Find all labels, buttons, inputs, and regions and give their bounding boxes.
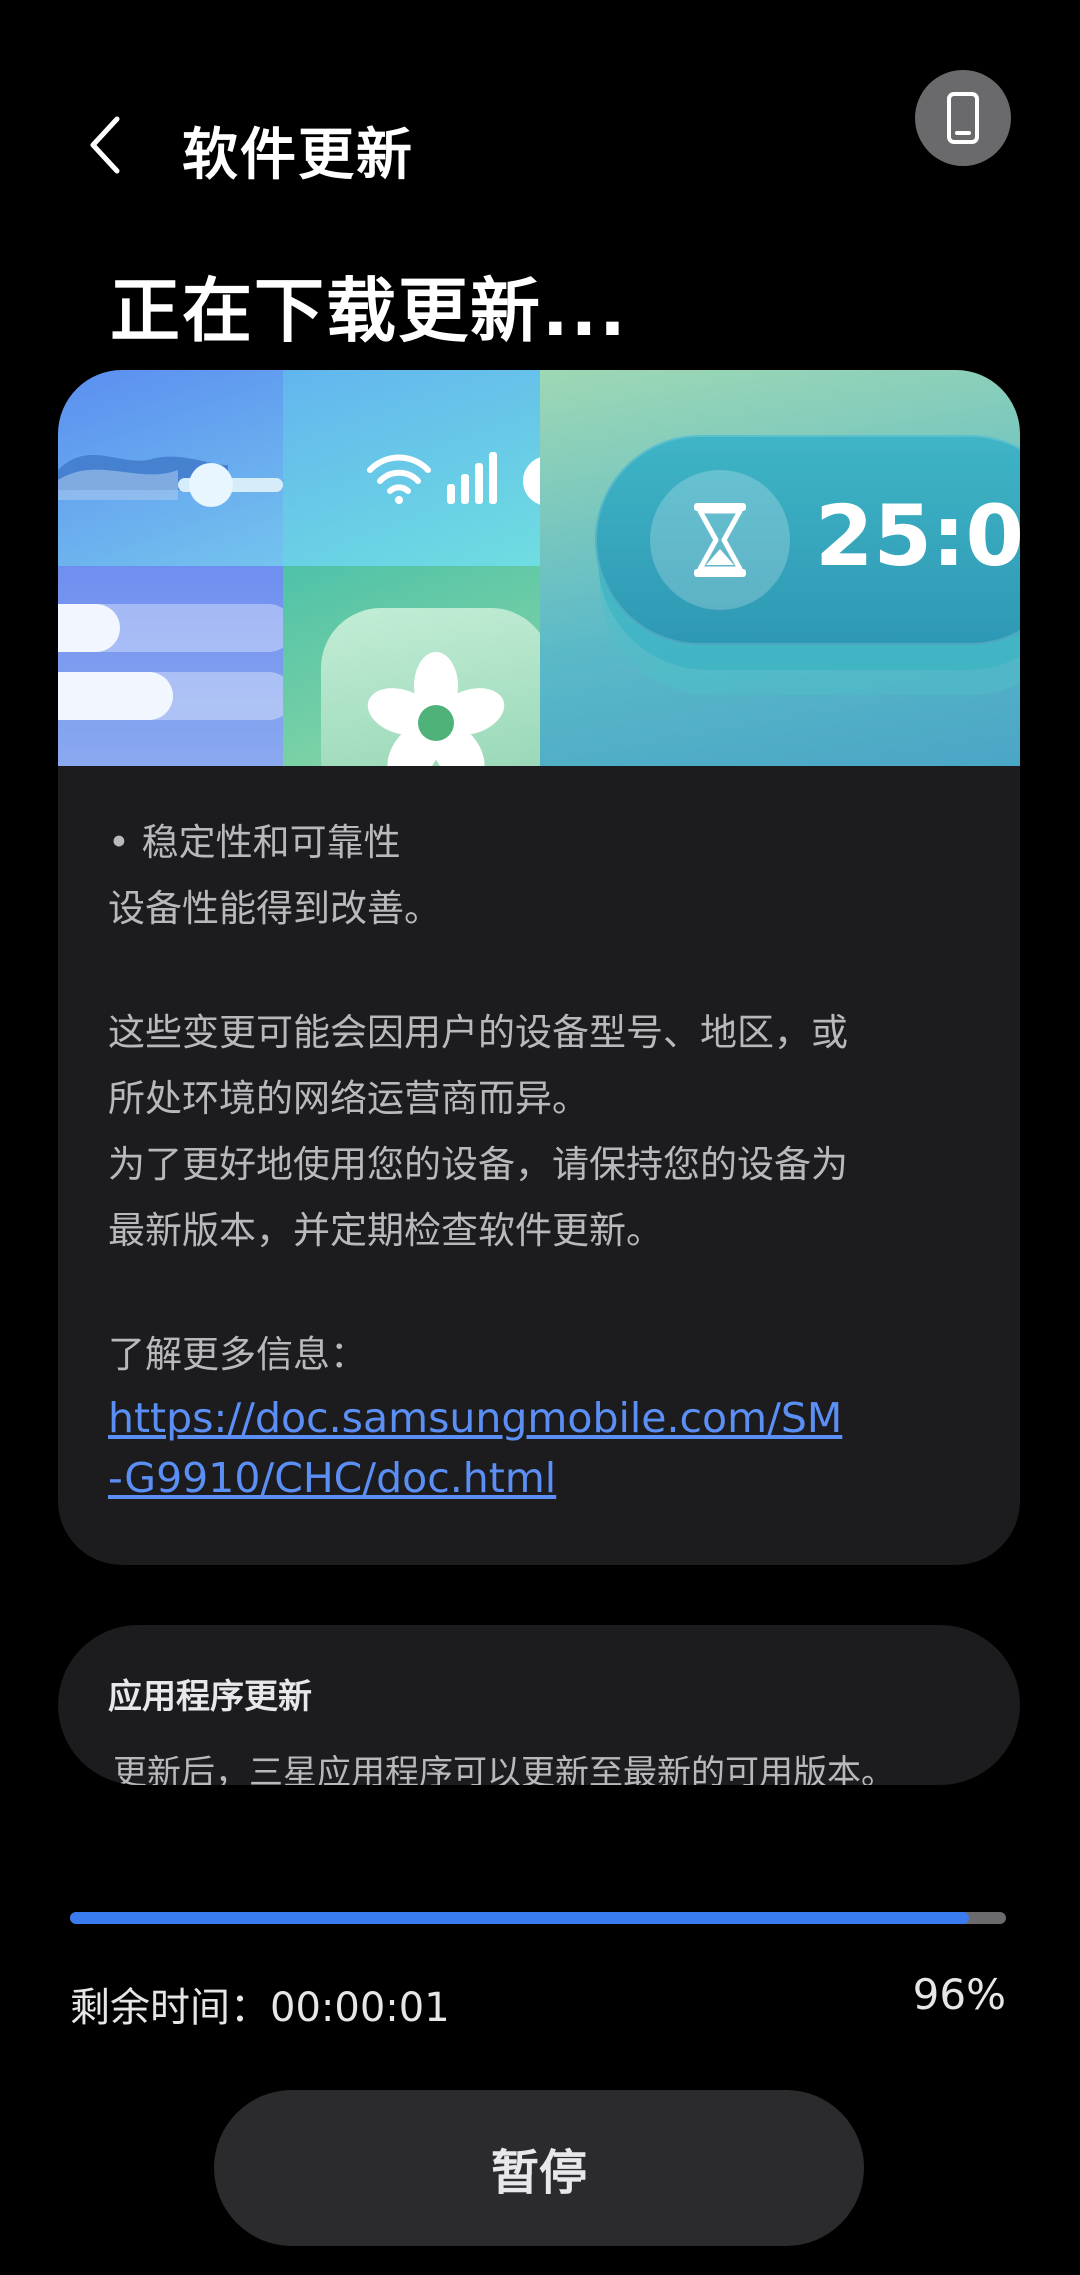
pause-button[interactable]: 暂停	[214, 2090, 864, 2246]
banner-tile-fan	[283, 566, 540, 766]
bullet-description: 设备性能得到改善。	[108, 887, 441, 930]
hourglass-badge	[650, 470, 790, 610]
remaining-time: 剩余时间：00:00:01	[70, 1985, 450, 2031]
notes-line: 这些变更可能会因用户的设备型号、地区，或	[108, 1011, 848, 1054]
app-update-title: 应用程序更新	[108, 1677, 312, 1717]
more-info-label: 了解更多信息：	[108, 1333, 367, 1376]
app-update-card[interactable]: 应用程序更新 更新后，三星应用程序可以更新至最新的可用版本。	[58, 1625, 1020, 1785]
toggle-fill-1	[58, 604, 120, 652]
progress-fill	[70, 1912, 969, 1924]
banner-tile-media	[58, 370, 283, 566]
fan-widget	[321, 608, 540, 766]
header-title: 软件更新	[182, 123, 414, 188]
fan-icon	[367, 652, 505, 766]
hourglass-icon	[694, 503, 746, 577]
timer-widget: 25:00	[595, 435, 1020, 645]
feature-banner: 100 25:00	[58, 370, 1020, 766]
device-button[interactable]	[915, 70, 1011, 166]
toggle-fill-2	[58, 672, 173, 720]
chevron-left-icon	[90, 116, 120, 174]
banner-tile-toggles	[58, 566, 283, 766]
phone-icon	[947, 92, 979, 144]
notes-line: 最新版本，并定期检查软件更新。	[108, 1209, 663, 1252]
notes-line: 为了更好地使用您的设备，请保持您的设备为	[108, 1143, 848, 1186]
more-info-link-line-2[interactable]: -G9910/CHC/doc.html	[108, 1448, 988, 1508]
page-heading: 正在下载更新...	[110, 270, 628, 352]
progress-percent: 96%	[912, 1970, 1006, 2019]
wave-graphic	[58, 454, 283, 507]
timer-readout: 25:00	[815, 487, 1020, 585]
signal-icon	[447, 452, 497, 504]
banner-tile-timer: 25:00	[540, 370, 1020, 766]
bullet-title: • 稳定性和可靠性	[108, 821, 401, 864]
wifi-icon	[367, 454, 431, 504]
more-info-link-line-1[interactable]: https://doc.samsungmobile.com/SM	[108, 1388, 988, 1448]
back-button[interactable]	[70, 100, 140, 190]
release-notes-card: 100 25:00	[58, 370, 1020, 1565]
download-progress-bar	[70, 1912, 1006, 1924]
app-update-description: 更新后，三星应用程序可以更新至最新的可用版本。	[113, 1753, 895, 1785]
notes-line: 所处环境的网络运营商而异。	[108, 1077, 589, 1120]
release-notes-text: • 稳定性和可靠性 设备性能得到改善。 这些变更可能会因用户的设备型号、地区，或…	[108, 810, 988, 1508]
